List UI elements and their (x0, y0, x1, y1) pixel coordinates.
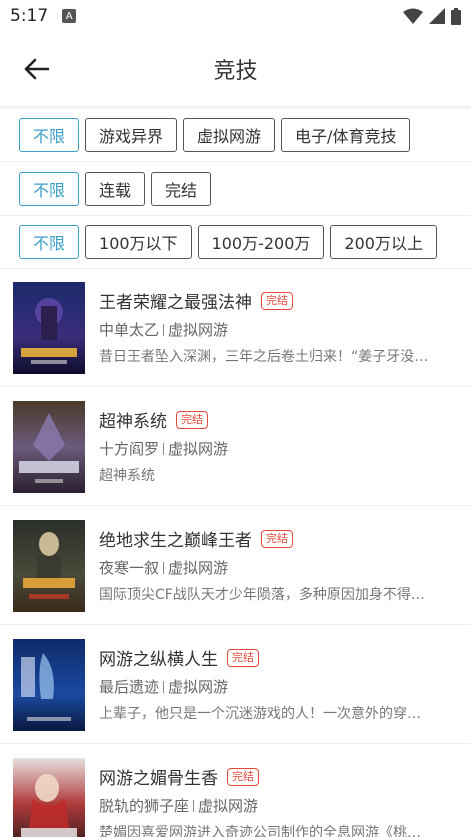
page-title: 竞技 (213, 59, 258, 84)
book-title: 绝地求生之巅峰王者 (99, 531, 252, 551)
arrow-left-icon (24, 58, 49, 80)
status-badge: 完结 (227, 648, 259, 667)
status-badge: 完结 (227, 767, 259, 786)
meta-divider (193, 799, 195, 812)
notification-icon: A (62, 9, 77, 23)
status-filter-row: 不限 连载 完结 (0, 162, 471, 216)
book-list: 王者荣耀之最强法神 完结 中单太乙 虚拟网游 昔日王者坠入深渊，三年之后卷土归来… (0, 268, 471, 837)
book-cover (13, 758, 85, 837)
filter-status-serializing[interactable]: 连载 (85, 171, 146, 206)
status-icons (403, 7, 461, 25)
filter-words-over-2m[interactable]: 200万以上 (330, 224, 437, 259)
meta-divider (163, 442, 165, 455)
status-bar: 5:17 A (0, 0, 471, 32)
meta-divider (163, 561, 165, 574)
book-author: 中单太乙 (99, 321, 160, 339)
filter-words-all[interactable]: 不限 (19, 224, 80, 259)
book-item[interactable]: 网游之纵横人生 完结 最后遗迹 虚拟网游 上辈子，他只是一个沉迷游戏的人！一次意… (0, 625, 471, 744)
filter-category-esports[interactable]: 电子/体育竞技 (281, 117, 411, 152)
filter-category-game-world[interactable]: 游戏异界 (85, 117, 178, 152)
meta-divider (163, 323, 165, 336)
book-item[interactable]: 网游之媚骨生香 完结 脱轨的狮子座 虚拟网游 楚媚因喜爱网游进入奇迹公司制作的全… (0, 744, 471, 837)
book-cover (13, 520, 85, 612)
app-bar: 竞技 (0, 32, 471, 106)
book-cover (13, 639, 85, 731)
book-author: 夜寒一叙 (99, 559, 160, 577)
book-category: 虚拟网游 (198, 797, 259, 815)
book-category: 虚拟网游 (168, 440, 229, 458)
filter-status-all[interactable]: 不限 (19, 171, 80, 206)
book-description: 超神系统 (99, 468, 155, 484)
book-meta: 十方阎罗 虚拟网游 (99, 438, 228, 459)
book-description: 昔日王者坠入深渊，三年之后卷土归来！“姜子牙没… (99, 349, 429, 365)
filter-words-under-1m[interactable]: 100万以下 (85, 224, 192, 259)
book-description: 国际顶尖CF战队天才少年陨落，多种原因加身不得… (99, 587, 425, 603)
book-item[interactable]: 绝地求生之巅峰王者 完结 夜寒一叙 虚拟网游 国际顶尖CF战队天才少年陨落，多种… (0, 506, 471, 625)
book-item[interactable]: 超神系统 完结 十方阎罗 虚拟网游 超神系统 (0, 387, 471, 506)
book-meta: 最后遗迹 虚拟网游 (99, 676, 228, 697)
book-description: 上辈子，他只是一个沉迷游戏的人！一次意外的穿… (99, 706, 421, 722)
meta-divider (163, 680, 165, 693)
status-time: 5:17 (10, 6, 49, 26)
status-badge: 完结 (176, 410, 208, 429)
book-cover (13, 401, 85, 493)
filter-words-1m-2m[interactable]: 100万-200万 (197, 224, 325, 259)
signal-icon (429, 8, 445, 24)
book-cover (13, 282, 85, 374)
book-category: 虚拟网游 (168, 678, 229, 696)
wordcount-filter-row: 不限 100万以下 100万-200万 200万以上 (0, 215, 471, 269)
wifi-icon (403, 8, 423, 24)
book-author: 脱轨的狮子座 (99, 797, 190, 815)
book-item[interactable]: 王者荣耀之最强法神 完结 中单太乙 虚拟网游 昔日王者坠入深渊，三年之后卷土归来… (0, 268, 471, 387)
filter-category-all[interactable]: 不限 (19, 117, 80, 152)
book-title: 网游之纵横人生 (99, 650, 218, 670)
status-badge: 完结 (261, 291, 293, 310)
back-button[interactable] (18, 54, 54, 84)
book-description: 楚媚因喜爱网游进入奇迹公司制作的全息网游《桃… (99, 825, 421, 837)
book-category: 虚拟网游 (168, 559, 229, 577)
book-title: 超神系统 (99, 412, 167, 432)
book-meta: 中单太乙 虚拟网游 (99, 319, 228, 340)
book-title: 王者荣耀之最强法神 (99, 293, 252, 313)
book-title: 网游之媚骨生香 (99, 769, 218, 789)
book-category: 虚拟网游 (168, 321, 229, 339)
book-meta: 夜寒一叙 虚拟网游 (99, 557, 228, 578)
status-badge: 完结 (261, 529, 293, 548)
book-meta: 脱轨的狮子座 虚拟网游 (99, 795, 258, 816)
book-author: 最后遗迹 (99, 678, 160, 696)
filter-status-completed[interactable]: 完结 (151, 171, 212, 206)
book-author: 十方阎罗 (99, 440, 160, 458)
battery-icon (451, 7, 461, 25)
filter-category-virtual-online[interactable]: 虚拟网游 (183, 117, 276, 152)
category-filter-row: 不限 游戏异界 虚拟网游 电子/体育竞技 (0, 108, 471, 162)
